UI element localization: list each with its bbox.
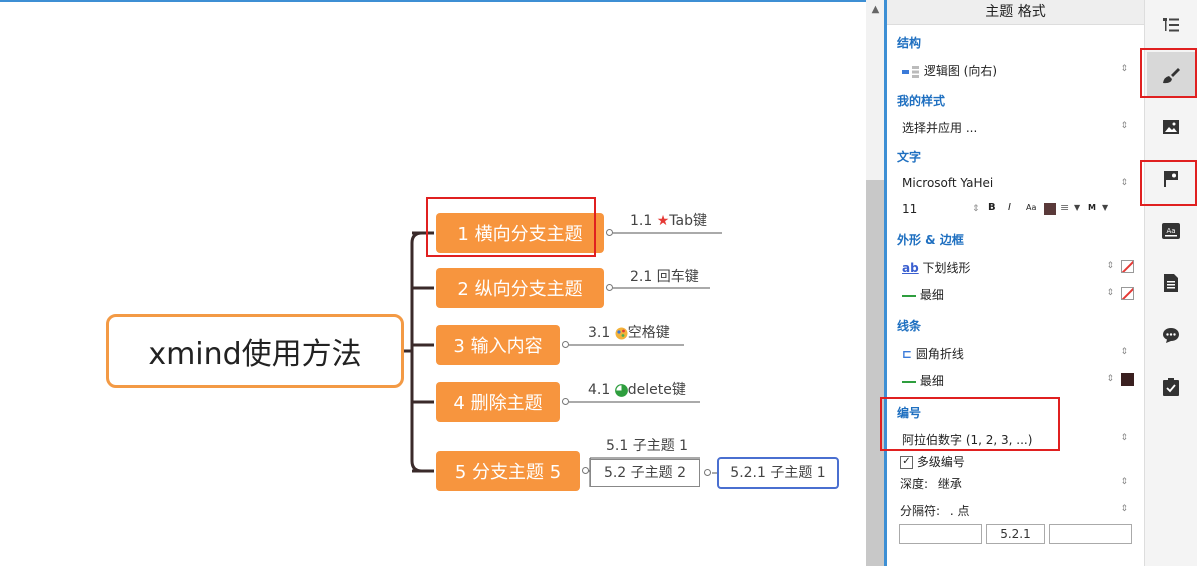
collapse-toggle[interactable] [606, 284, 613, 291]
subtopic-5-2[interactable]: 5.2 子主题 2 [590, 459, 700, 487]
spinner-icon: ⇕ [1120, 121, 1128, 131]
star-icon: ★ [656, 213, 670, 229]
line-color-swatch[interactable] [1121, 373, 1134, 386]
section-line: 线条 [897, 319, 922, 333]
outline-button[interactable] [1147, 2, 1195, 48]
section-text: 文字 [897, 150, 922, 164]
image-icon [1163, 120, 1179, 134]
my-style-select[interactable]: 选择并应用 ... ⇕ [902, 119, 1134, 136]
central-topic[interactable]: xmind使用方法 [106, 314, 404, 388]
line-width-select[interactable]: 最细 ⇕ [902, 372, 1134, 389]
separator-select[interactable]: 分隔符: . 点 ⇕ [900, 502, 1134, 519]
section-my-style: 我的样式 [897, 94, 946, 108]
subtopic-5-2-1-selected[interactable]: 5.2.1 子主题 1 [717, 457, 839, 489]
subtopic-3-1[interactable]: 3.1 空格键 [588, 322, 670, 342]
collapse-toggle[interactable] [562, 398, 569, 405]
spinner-icon: ⇕ [1106, 374, 1114, 384]
font-size-value[interactable]: 11 [902, 202, 917, 216]
spinner-icon: ⇕ [1106, 288, 1114, 298]
subtopic-1-1[interactable]: 1.1 ★Tab键 [630, 210, 707, 230]
spinner-icon: ⇕ [1120, 347, 1128, 357]
line-style-select[interactable]: ⊏ 圆角折线 ⇕ [902, 345, 1134, 362]
section-numbering: 编号 [897, 406, 922, 420]
subtopic-2-1[interactable]: 2.1 回车键 [630, 266, 699, 286]
annotation-red-box-marker [1140, 160, 1197, 206]
progress-icon [614, 383, 628, 397]
spinner-icon: ⇕ [1120, 504, 1128, 514]
number-suffix-input[interactable] [1049, 524, 1132, 544]
main-topic-2[interactable]: 2 纵向分支主题 [436, 268, 604, 308]
font-size-spinner-icon[interactable]: ⇕ [972, 204, 980, 214]
more-dropdown-icon[interactable]: ▼ [1102, 203, 1108, 212]
scroll-up-arrow-icon[interactable]: ▲ [866, 2, 885, 18]
text-color-swatch[interactable] [1044, 203, 1056, 215]
line-width-icon [902, 380, 916, 383]
spinner-icon: ⇕ [1120, 477, 1128, 487]
image-button[interactable] [1147, 104, 1195, 150]
main-topic-5[interactable]: 5 分支主题 5 [436, 451, 580, 491]
spinner-icon: ⇕ [1120, 64, 1128, 74]
outline-icon [1163, 18, 1179, 32]
notes-button[interactable] [1147, 260, 1195, 306]
number-prefix-input[interactable] [899, 524, 982, 544]
text-style-icon: Aa [1162, 223, 1180, 239]
depth-select[interactable]: 深度: 继承 ⇕ [900, 475, 1134, 492]
scrollbar-thumb[interactable] [866, 180, 885, 566]
number-preview: 5.2.1 [986, 524, 1045, 544]
italic-button[interactable]: I [1008, 202, 1011, 213]
bold-button[interactable]: B [988, 202, 996, 213]
underline-shape-icon: ab [902, 261, 919, 275]
section-shape-border: 外形 & 边框 [897, 233, 964, 247]
logic-chart-icon [902, 65, 919, 78]
fill-none-swatch[interactable] [1121, 260, 1134, 273]
subtopic-5-1[interactable]: 5.1 子主题 1 [606, 435, 688, 455]
collapse-toggle[interactable] [582, 467, 589, 474]
line-width-icon [902, 294, 916, 297]
annotation-red-box-topic [426, 197, 596, 257]
subtopic-4-1[interactable]: 4.1 delete键 [588, 379, 686, 399]
task-icon [1163, 378, 1179, 396]
text-case-button[interactable]: Aa [1026, 203, 1036, 212]
collapse-toggle[interactable] [562, 341, 569, 348]
collapse-toggle[interactable] [606, 229, 613, 236]
main-topic-4[interactable]: 4 删除主题 [436, 382, 560, 422]
palette-icon [615, 327, 628, 339]
border-color-none-swatch[interactable] [1121, 287, 1134, 300]
font-family-select[interactable]: Microsoft YaHei ⇕ [902, 176, 1134, 190]
spinner-icon: ⇕ [1120, 178, 1128, 188]
collapse-toggle[interactable] [704, 469, 711, 476]
numbering-select[interactable]: 阿拉伯数字 (1, 2, 3, ...) ⇕ [902, 431, 1134, 448]
panel-title: 主题 格式 [887, 0, 1144, 25]
multilevel-checkbox[interactable]: ✓ 多级编号 [900, 453, 965, 470]
more-text-options[interactable]: M [1088, 203, 1096, 212]
font-toolbar: 11 ⇕ B I Aa ≡ ▼ M ▼ [902, 201, 1134, 218]
border-width-select[interactable]: 最细 ⇕ [902, 286, 1134, 303]
main-topic-3[interactable]: 3 输入内容 [436, 325, 560, 365]
rounded-elbow-icon: ⊏ [902, 347, 913, 361]
shape-select[interactable]: ab 下划线形 ⇕ [902, 259, 1134, 276]
checkbox-checked-icon: ✓ [900, 456, 913, 469]
align-dropdown-icon[interactable]: ▼ [1074, 203, 1080, 212]
align-icon[interactable]: ≡ [1060, 201, 1069, 214]
task-button[interactable] [1147, 364, 1195, 410]
text-style-button[interactable]: Aa [1147, 208, 1195, 254]
comment-button[interactable] [1147, 312, 1195, 358]
svg-text:Aa: Aa [1166, 227, 1175, 235]
notes-icon [1164, 274, 1178, 292]
comment-icon [1163, 328, 1179, 343]
section-structure: 结构 [897, 36, 922, 50]
spinner-icon: ⇕ [1106, 261, 1114, 271]
structure-select[interactable]: 逻辑图 (向右) ⇕ [902, 62, 1134, 79]
annotation-red-box-format [1140, 48, 1197, 98]
spinner-icon: ⇕ [1120, 433, 1128, 443]
